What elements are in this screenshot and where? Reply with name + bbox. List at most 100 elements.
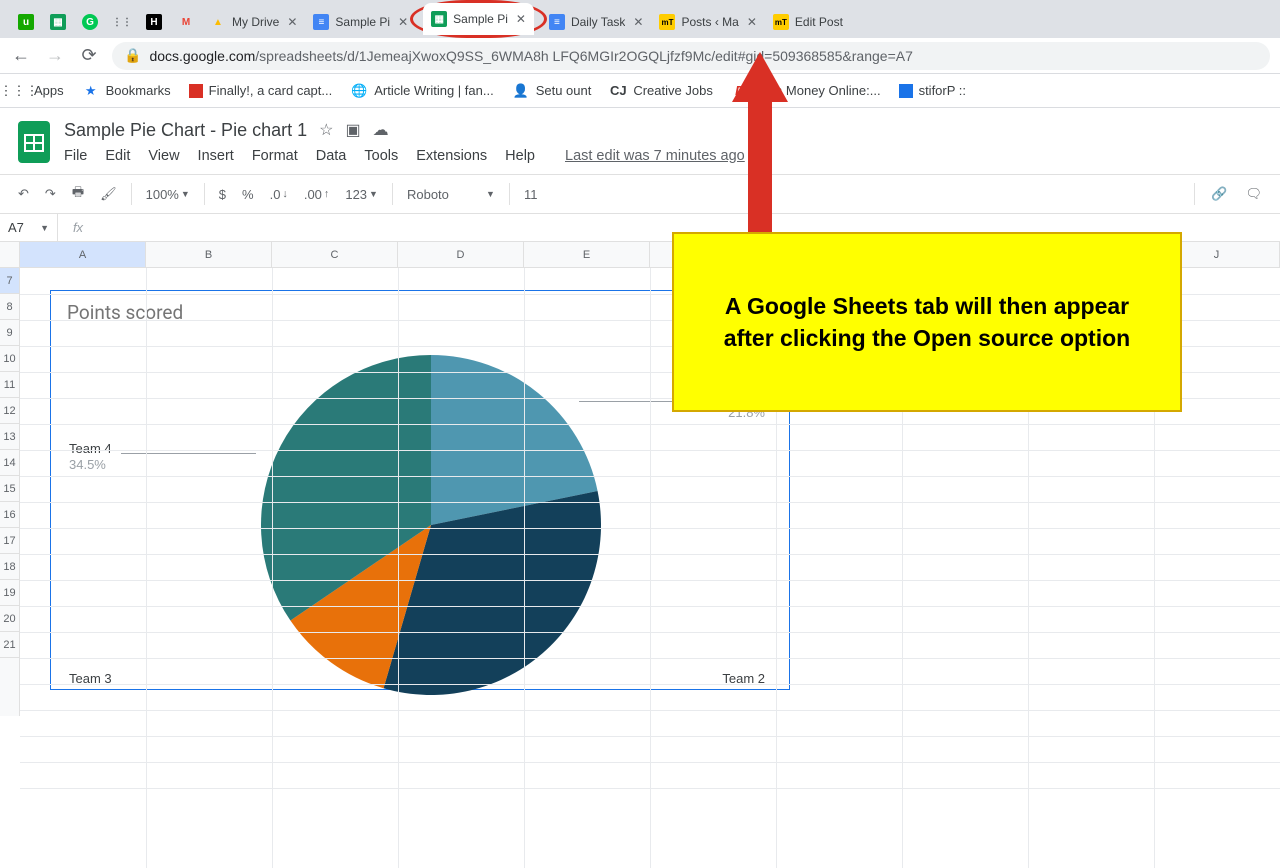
close-icon[interactable]: ✕ <box>633 15 643 29</box>
decrease-decimal-button[interactable]: .0↓ <box>264 183 294 206</box>
close-icon[interactable]: ✕ <box>287 15 297 29</box>
increase-decimal-button[interactable]: .00↑ <box>298 183 336 206</box>
annotation-callout: A Google Sheets tab will then appear aft… <box>672 232 1182 412</box>
blue-icon <box>899 84 913 98</box>
close-icon[interactable]: ✕ <box>398 15 408 29</box>
row-header[interactable]: 15 <box>0 476 19 502</box>
bookmark-finally[interactable]: Finally!, a card capt... <box>189 83 333 98</box>
avatar-icon: 👤 <box>512 82 530 100</box>
toolbar: ↶ ↷ 🖶 🖌 100% ▼ $ % .0↓ .00↑ 123 ▼ Roboto… <box>0 174 1280 214</box>
tab-upwork[interactable]: u <box>10 6 42 38</box>
url-input[interactable]: 🔒 docs.google.com/spreadsheets/d/1Jemeaj… <box>112 42 1270 70</box>
bookmark-setup[interactable]: 👤Setu ount <box>512 82 592 100</box>
lock-icon: 🔒 <box>124 47 141 64</box>
tab-sample-sheets-active[interactable]: ▦Sample Pi✕ <box>423 3 534 35</box>
pie-graphic <box>261 355 601 695</box>
row-header[interactable]: 8 <box>0 294 19 320</box>
close-icon[interactable]: ✕ <box>747 15 757 29</box>
bookmark-creative[interactable]: CJCreative Jobs <box>609 82 712 100</box>
zoom-select[interactable]: 100% ▼ <box>140 183 196 206</box>
cloud-icon[interactable]: ☁ <box>373 120 389 140</box>
fx-label: fx <box>58 220 98 235</box>
row-header[interactable]: 21 <box>0 632 19 658</box>
sheets-logo-icon[interactable] <box>14 116 54 168</box>
row-header[interactable]: 13 <box>0 424 19 450</box>
address-bar: ← → ⟳ 🔒 docs.google.com/spreadsheets/d/1… <box>0 38 1280 74</box>
comment-button[interactable]: 🗨 <box>1239 182 1268 206</box>
font-size-select[interactable]: 11 <box>518 183 544 206</box>
row-header[interactable]: 20 <box>0 606 19 632</box>
bookmarks-bar: ⋮⋮⋮Apps ★Bookmarks Finally!, a card capt… <box>0 74 1280 108</box>
cj-icon: CJ <box>609 82 627 100</box>
row-header[interactable]: 16 <box>0 502 19 528</box>
bookmark-bookmarks[interactable]: ★Bookmarks <box>82 82 171 100</box>
forward-button[interactable]: → <box>44 45 66 67</box>
d-icon: D <box>731 82 749 100</box>
tab-sheets-blank[interactable]: ▦ <box>42 6 74 38</box>
column-header[interactable]: C <box>272 242 398 267</box>
print-button[interactable]: 🖶 <box>66 179 90 209</box>
row-header[interactable]: 14 <box>0 450 19 476</box>
number-format-button[interactable]: 123 ▼ <box>339 183 384 206</box>
bookmark-article[interactable]: 🌐Article Writing | fan... <box>350 82 493 100</box>
row-header[interactable]: 10 <box>0 346 19 372</box>
tab-posts[interactable]: mTPosts ‹ Ma✕ <box>651 6 764 38</box>
bookmark-stiforp[interactable]: stiforP :: <box>899 83 966 98</box>
browser-tab-strip: u ▦ G ⋮⋮ H M ▲My Drive✕ ≡Sample Pi✕ ▦Sam… <box>0 0 1280 38</box>
close-icon[interactable]: ✕ <box>516 12 526 26</box>
row-header[interactable]: 11 <box>0 372 19 398</box>
sheets-header: Sample Pie Chart - Pie chart 1 ☆ ▣ ☁ Fil… <box>0 108 1280 168</box>
chevron-down-icon: ▼ <box>486 189 495 199</box>
leader-line <box>121 453 256 454</box>
bookmark-earn[interactable]: DEarn Money Online:... <box>731 82 881 100</box>
row-header[interactable]: 18 <box>0 554 19 580</box>
font-select[interactable]: Roboto ▼ <box>401 183 501 206</box>
star-icon[interactable]: ☆ <box>319 120 333 140</box>
row-header[interactable]: 7 <box>0 268 19 294</box>
row-header[interactable]: 19 <box>0 580 19 606</box>
reload-button[interactable]: ⟳ <box>78 45 100 67</box>
column-header[interactable]: A <box>20 242 146 267</box>
row-header[interactable]: 17 <box>0 528 19 554</box>
menu-view[interactable]: View <box>148 148 179 164</box>
paint-format-button[interactable]: 🖌 <box>94 182 123 206</box>
tab-my-drive[interactable]: ▲My Drive✕ <box>202 6 305 38</box>
tab-sample-docs[interactable]: ≡Sample Pi✕ <box>305 6 416 38</box>
column-header[interactable]: B <box>146 242 272 267</box>
column-header[interactable]: E <box>524 242 650 267</box>
globe-icon: 🌐 <box>350 82 368 100</box>
star-icon: ★ <box>82 82 100 100</box>
tab-daily-task[interactable]: ≡Daily Task✕ <box>541 6 652 38</box>
site-icon <box>189 84 203 98</box>
currency-button[interactable]: $ <box>213 183 232 206</box>
menu-data[interactable]: Data <box>316 148 347 164</box>
tab-gray[interactable]: ⋮⋮ <box>106 6 138 38</box>
bookmark-apps[interactable]: ⋮⋮⋮Apps <box>10 82 64 100</box>
tab-gmail[interactable]: M <box>170 6 202 38</box>
chevron-down-icon: ▼ <box>181 189 190 199</box>
undo-button[interactable]: ↶ <box>12 182 35 206</box>
row-header[interactable]: 12 <box>0 398 19 424</box>
percent-button[interactable]: % <box>236 183 260 206</box>
document-title[interactable]: Sample Pie Chart - Pie chart 1 <box>64 120 307 141</box>
row-header[interactable]: 9 <box>0 320 19 346</box>
menu-edit[interactable]: Edit <box>105 148 130 164</box>
column-header[interactable]: D <box>398 242 524 267</box>
menu-insert[interactable]: Insert <box>198 148 234 164</box>
menu-extensions[interactable]: Extensions <box>416 148 487 164</box>
link-button[interactable]: 🔗 <box>1205 182 1233 206</box>
apps-icon: ⋮⋮⋮ <box>10 82 28 100</box>
tab-grammarly[interactable]: G <box>74 6 106 38</box>
menu-help[interactable]: Help <box>505 148 535 164</box>
tab-edit-post[interactable]: mTEdit Post <box>765 6 851 38</box>
redo-button[interactable]: ↷ <box>39 182 62 206</box>
last-edit-text[interactable]: Last edit was 7 minutes ago <box>565 148 745 164</box>
back-button[interactable]: ← <box>10 45 32 67</box>
menu-tools[interactable]: Tools <box>364 148 398 164</box>
tab-h[interactable]: H <box>138 6 170 38</box>
chevron-down-icon: ▼ <box>369 189 378 199</box>
menu-format[interactable]: Format <box>252 148 298 164</box>
name-box[interactable]: A7▼ <box>0 214 58 241</box>
move-icon[interactable]: ▣ <box>345 120 360 140</box>
menu-file[interactable]: File <box>64 148 87 164</box>
